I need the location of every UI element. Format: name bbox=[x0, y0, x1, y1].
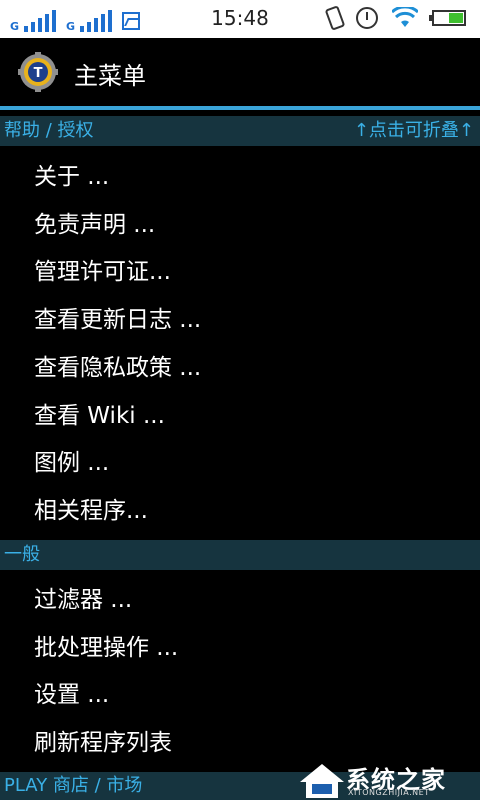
watermark-subtext: XITONGZHIJIA.NET bbox=[348, 788, 430, 797]
section-title: 一般 bbox=[4, 544, 40, 565]
menu-item-privacy-policy[interactable]: 查看隐私政策 ... bbox=[34, 353, 201, 383]
alarm-icon bbox=[356, 7, 378, 29]
collapse-hint: ↑点击可折叠↑ bbox=[353, 120, 474, 141]
titanium-backup-icon[interactable]: T bbox=[18, 52, 58, 92]
vibrate-icon bbox=[324, 5, 346, 31]
menu-item-legend[interactable]: 图例 ... bbox=[34, 448, 109, 478]
section-title: PLAY 商店 / 市场 bbox=[4, 775, 143, 796]
svg-text:T: T bbox=[34, 66, 43, 81]
menu-item-wiki[interactable]: 查看 Wiki ... bbox=[34, 401, 165, 431]
status-bar: G G 15:48 bbox=[0, 0, 480, 38]
section-header-help[interactable]: 帮助 / 授权 ↑点击可折叠↑ bbox=[0, 116, 480, 146]
menu-item-filters[interactable]: 过滤器 ... bbox=[34, 585, 132, 615]
house-logo-icon bbox=[300, 764, 344, 798]
status-right bbox=[324, 5, 468, 31]
header-divider bbox=[0, 106, 480, 110]
watermark: 系统之家 XITONGZHIJIA.NET bbox=[296, 760, 480, 800]
wifi-icon bbox=[392, 7, 418, 29]
menu-item-about[interactable]: 关于 ... bbox=[34, 162, 109, 192]
menu-item-refresh-app-list[interactable]: 刷新程序列表 bbox=[34, 728, 172, 758]
battery-icon bbox=[429, 10, 466, 26]
section-title: 帮助 / 授权 bbox=[4, 120, 94, 141]
page-title: 主菜单 bbox=[74, 62, 146, 90]
menu-item-batch-actions[interactable]: 批处理操作 ... bbox=[34, 633, 178, 663]
section-header-general[interactable]: 一般 bbox=[0, 540, 480, 570]
menu-item-changelog[interactable]: 查看更新日志 ... bbox=[34, 305, 201, 335]
app-header: T 主菜单 bbox=[0, 38, 480, 106]
menu-item-related-apps[interactable]: 相关程序... bbox=[34, 496, 148, 526]
menu-item-disclaimer[interactable]: 免责声明 ... bbox=[34, 210, 155, 240]
menu-item-manage-license[interactable]: 管理许可证... bbox=[34, 257, 171, 287]
menu-item-settings[interactable]: 设置 ... bbox=[34, 680, 109, 710]
